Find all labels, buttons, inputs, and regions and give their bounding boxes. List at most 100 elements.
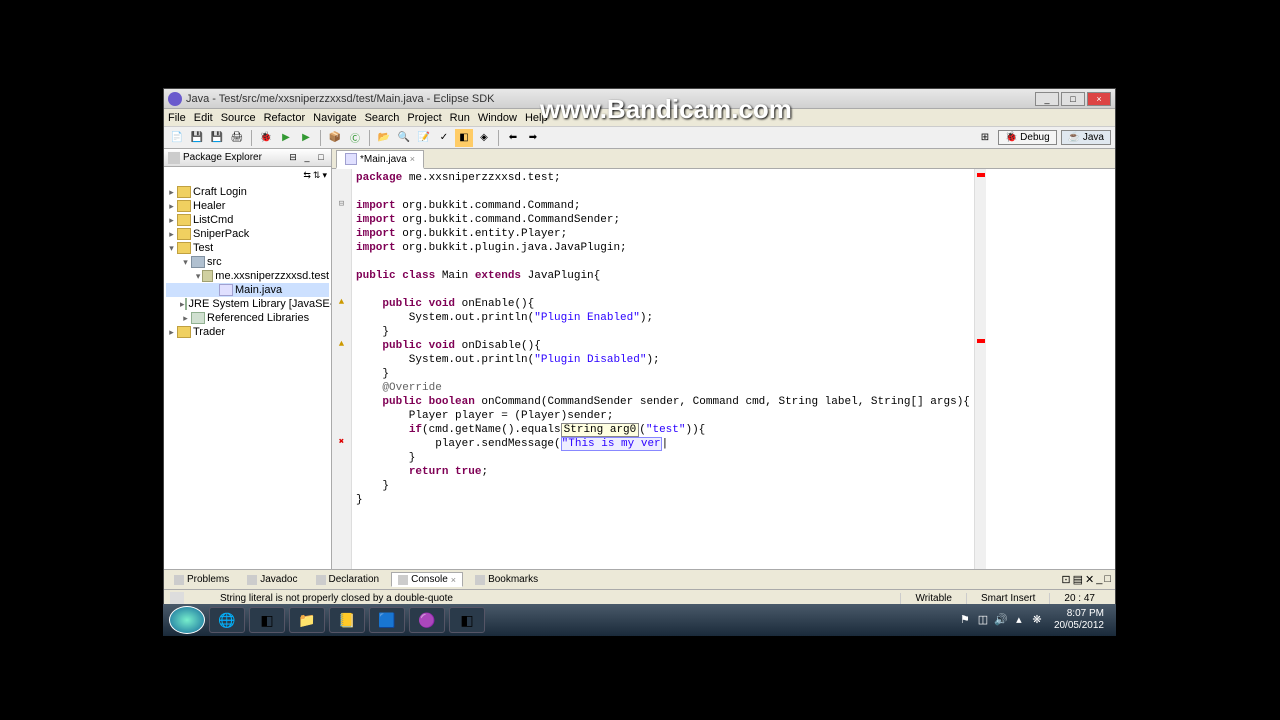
watermark-text: www.Bandicam.com: [540, 94, 792, 125]
link-editor-button[interactable]: ⇅: [313, 170, 321, 181]
code-editor[interactable]: ⊟ ▲ ▲ ✖ package me.xxsniperzzxxsd.test; …: [332, 169, 1115, 569]
maximize-button[interactable]: □: [1061, 92, 1085, 106]
status-writable: Writable: [900, 593, 966, 604]
menu-project[interactable]: Project: [407, 112, 441, 124]
taskbar-app-button[interactable]: 🟦: [369, 607, 405, 633]
menu-edit[interactable]: Edit: [194, 112, 213, 124]
new-class-button[interactable]: Ⓒ: [346, 129, 364, 147]
bottom-view-tabs: Problems Javadoc Declaration Console × B…: [164, 569, 1115, 589]
collapse-all-button[interactable]: ⇆: [303, 170, 311, 181]
sidebar-scrollbar[interactable]: [164, 555, 331, 569]
view-maximize-button[interactable]: □: [315, 152, 327, 164]
editor-gutter[interactable]: ⊟ ▲ ▲ ✖: [332, 169, 352, 569]
problems-icon: [174, 575, 184, 585]
bookmarks-icon: [475, 575, 485, 585]
tab-close-icon[interactable]: ×: [451, 575, 456, 585]
status-insert-mode: Smart Insert: [966, 593, 1049, 604]
tray-volume-icon[interactable]: 🔊: [994, 613, 1008, 627]
taskbar-app-button[interactable]: ◧: [449, 607, 485, 633]
tab-close-icon[interactable]: ×: [410, 154, 415, 164]
task-button[interactable]: ✓: [435, 129, 453, 147]
bottom-display-button[interactable]: ▤: [1073, 573, 1083, 586]
bottom-minimize-button[interactable]: _: [1096, 573, 1102, 586]
tab-problems[interactable]: Problems: [168, 573, 235, 586]
print-button[interactable]: 🖨: [228, 129, 246, 147]
tree-item[interactable]: ▸Healer: [166, 199, 329, 213]
menu-source[interactable]: Source: [221, 112, 256, 124]
menu-run[interactable]: Run: [450, 112, 470, 124]
toggle-button[interactable]: ◧: [455, 129, 473, 147]
tab-console[interactable]: Console ×: [391, 572, 463, 587]
tree-item[interactable]: ▸SniperPack: [166, 227, 329, 241]
tray-chevron-icon[interactable]: ▴: [1012, 613, 1026, 627]
save-button[interactable]: 💾: [188, 129, 206, 147]
minimize-button[interactable]: _: [1035, 92, 1059, 106]
tree-item[interactable]: ▸Referenced Libraries: [166, 311, 329, 325]
perspective-java[interactable]: ☕ Java: [1061, 130, 1111, 145]
taskbar-app-button[interactable]: 📁: [289, 607, 325, 633]
bottom-clear-button[interactable]: ✕: [1085, 573, 1094, 586]
tray-app-icon[interactable]: ❋: [1030, 613, 1044, 627]
run-last-button[interactable]: ▶: [297, 129, 315, 147]
menu-navigate[interactable]: Navigate: [313, 112, 356, 124]
declaration-icon: [316, 575, 326, 585]
menu-window[interactable]: Window: [478, 112, 517, 124]
taskbar-app-button[interactable]: ◧: [249, 607, 285, 633]
project-tree[interactable]: ▸Craft Login▸Healer▸ListCmd▸SniperPack▾T…: [164, 183, 331, 555]
start-button[interactable]: [169, 606, 205, 634]
debug-button[interactable]: 🐞: [257, 129, 275, 147]
tree-item[interactable]: ▾Test: [166, 241, 329, 255]
taskbar-app-button[interactable]: 🌐: [209, 607, 245, 633]
taskbar-app-button[interactable]: 📒: [329, 607, 365, 633]
tree-item[interactable]: ▾src: [166, 255, 329, 269]
perspective-debug[interactable]: 🐞 Debug: [998, 130, 1057, 145]
bottom-pin-button[interactable]: ⊡: [1061, 573, 1070, 586]
tab-javadoc[interactable]: Javadoc: [241, 573, 303, 586]
tree-item[interactable]: ▾me.xxsniperzzxxsd.test: [166, 269, 329, 283]
status-cursor-pos: 20 : 47: [1049, 593, 1109, 604]
taskbar-app-button[interactable]: 🟣: [409, 607, 445, 633]
new-button[interactable]: 📄: [168, 129, 186, 147]
bottom-maximize-button[interactable]: □: [1104, 573, 1111, 586]
overview-ruler[interactable]: [974, 169, 986, 569]
code-content[interactable]: package me.xxsniperzzxxsd.test; import o…: [352, 169, 974, 569]
tree-item[interactable]: ▸JRE System Library [JavaSE-1.6]: [166, 297, 329, 311]
open-perspective-button[interactable]: ⊞: [976, 129, 994, 147]
view-dropdown-button[interactable]: ▾: [322, 170, 327, 181]
menu-refactor[interactable]: Refactor: [264, 112, 306, 124]
editor-tab-main[interactable]: *Main.java ×: [336, 150, 424, 169]
tray-flag-icon[interactable]: ⚑: [958, 613, 972, 627]
overview-error-marker[interactable]: [977, 339, 985, 343]
menu-file[interactable]: File: [168, 112, 186, 124]
tab-declaration[interactable]: Declaration: [310, 573, 386, 586]
saveall-button[interactable]: 💾: [208, 129, 226, 147]
view-minimize-button[interactable]: _: [301, 152, 313, 164]
tree-item[interactable]: ▸ListCmd: [166, 213, 329, 227]
close-button[interactable]: ×: [1087, 92, 1111, 106]
menu-search[interactable]: Search: [365, 112, 400, 124]
package-explorer-header[interactable]: Package Explorer ⊟ _ □: [164, 149, 331, 167]
search-button[interactable]: 🔍: [395, 129, 413, 147]
windows-taskbar[interactable]: 🌐◧📁📒🟦🟣◧ ⚑ ◫ 🔊 ▴ ❋ 8:07 PM 20/05/2012: [163, 604, 1116, 636]
open-type-button[interactable]: 📂: [375, 129, 393, 147]
console-icon: [398, 575, 408, 585]
overview-error-marker[interactable]: [977, 173, 985, 177]
mark-button[interactable]: ◈: [475, 129, 493, 147]
run-button[interactable]: ▶: [277, 129, 295, 147]
tree-item[interactable]: ▸Trader: [166, 325, 329, 339]
forward-button[interactable]: ➡: [524, 129, 542, 147]
package-explorer: Package Explorer ⊟ _ □ ⇆ ⇅ ▾ ▸Craft Logi…: [164, 149, 332, 569]
tree-item[interactable]: Main.java: [166, 283, 329, 297]
new-package-button[interactable]: 📦: [326, 129, 344, 147]
tree-item[interactable]: ▸Craft Login: [166, 185, 329, 199]
tray-network-icon[interactable]: ◫: [976, 613, 990, 627]
annotate-button[interactable]: 📝: [415, 129, 433, 147]
editor-tab-bar: *Main.java ×: [332, 149, 1115, 169]
javadoc-icon: [247, 575, 257, 585]
back-button[interactable]: ⬅: [504, 129, 522, 147]
workspace: Package Explorer ⊟ _ □ ⇆ ⇅ ▾ ▸Craft Logi…: [164, 149, 1115, 569]
system-tray[interactable]: ⚑ ◫ 🔊 ▴ ❋ 8:07 PM 20/05/2012: [958, 608, 1110, 632]
taskbar-clock[interactable]: 8:07 PM 20/05/2012: [1048, 608, 1110, 632]
view-menu-button[interactable]: ⊟: [287, 152, 299, 164]
tab-bookmarks[interactable]: Bookmarks: [469, 573, 544, 586]
